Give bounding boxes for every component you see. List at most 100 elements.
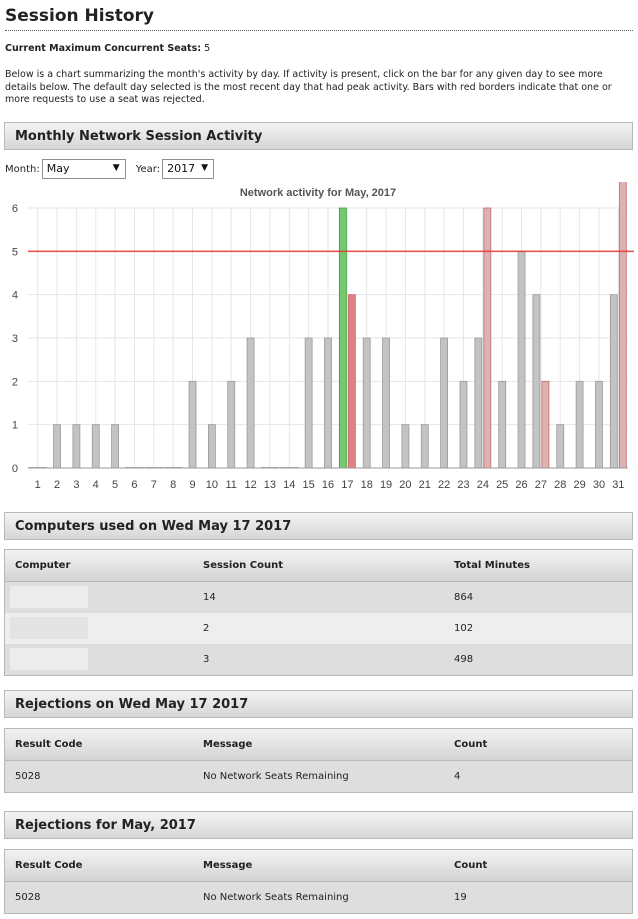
rejections-day-table: Result Code Message Count 5028 No Networ… [4,728,633,793]
bar-sessions-day-24[interactable] [474,337,483,469]
bar-sessions-day-22[interactable] [440,337,449,469]
bar-sessions-day-15[interactable] [304,337,313,469]
bar-sessions-day-5[interactable] [111,424,119,469]
result-code: 5028 [15,892,41,903]
table-row[interactable]: 2 102 [5,613,632,644]
bar-rejections-day-31[interactable] [618,182,627,469]
y-tick-label: 0 [12,463,18,475]
x-tick-label: 9 [189,479,195,491]
bar-sessions-day-29[interactable] [575,380,584,469]
table-header: Result Code Message Count [5,850,632,882]
computer-name-redacted [10,648,88,670]
column-header-computer: Computer [15,560,71,571]
bar-sessions-day-20[interactable] [401,424,410,469]
chevron-down-icon: ▼ [201,163,209,173]
table-row[interactable]: 14 864 [5,582,632,613]
bar-sessions-day-27[interactable] [532,294,541,469]
bar-rejections-day-24[interactable] [483,207,492,469]
bar-sessions-day-25[interactable] [498,380,507,469]
table-header: Computer Session Count Total Minutes [5,550,632,582]
bar-sessions-day-4[interactable] [91,424,100,469]
rejections-month-section-header: Rejections for May, 2017 [4,811,633,839]
session-count: 2 [203,623,210,634]
bar-sessions-day-31[interactable] [609,294,618,469]
x-tick-label: 24 [477,479,489,491]
y-tick-label: 3 [12,333,18,345]
bar-sessions-day-19[interactable] [382,337,390,469]
x-tick-label: 5 [112,479,118,491]
total-minutes: 498 [454,654,474,665]
x-tick-label: 26 [515,479,527,491]
x-tick-label: 14 [283,479,295,491]
bar-sessions-day-28[interactable] [556,424,565,469]
rejections-month-table: Result Code Message Count 5028 No Networ… [4,849,633,914]
bar-sessions-day-10[interactable] [207,424,216,469]
bar-sessions-day-30[interactable] [595,380,603,469]
x-tick-label: 12 [244,479,256,491]
activity-section-header: Monthly Network Session Activity [4,122,633,150]
x-tick-label: 22 [438,479,450,491]
x-tick-label: 25 [496,479,508,491]
chart-controls: Month: May ▼ Year: 2017 ▼ [5,159,215,179]
rejections-day-section-header: Rejections on Wed May 17 2017 [4,690,633,718]
bar-sessions-day-18[interactable] [362,337,371,469]
column-header-message: Message [203,860,253,871]
message: No Network Seats Remaining [203,892,349,903]
session-count: 3 [203,654,210,665]
chevron-down-icon: ▼ [112,163,120,173]
message: No Network Seats Remaining [203,771,349,782]
chart-title: Network activity for May, 2017 [240,187,396,199]
column-header-count: Count [454,739,488,750]
y-tick-label: 6 [12,203,18,215]
month-label: Month: [5,163,40,175]
y-tick-label: 2 [12,376,18,388]
bar-rejections-day-17[interactable] [347,294,356,469]
x-tick-label: 15 [303,479,315,491]
max-seats-label: Current Maximum Concurrent Seats: [5,43,202,54]
column-header-session-count: Session Count [203,560,284,571]
table-header: Result Code Message Count [5,729,632,761]
x-tick-label: 6 [131,479,137,491]
bar-sessions-day-9[interactable] [188,380,197,469]
bar-sessions-day-2[interactable] [53,424,61,469]
bar-sessions-day-11[interactable] [227,380,236,469]
x-tick-label: 20 [399,479,411,491]
table-row: 5028 No Network Seats Remaining 4 [5,761,632,792]
computer-name-redacted [10,586,88,608]
x-tick-label: 23 [457,479,469,491]
computers-table: Computer Session Count Total Minutes 14 … [4,549,633,676]
bar-sessions-day-12[interactable] [246,337,255,469]
computer-name-redacted [10,617,88,639]
result-code: 5028 [15,771,41,782]
x-tick-label: 30 [593,479,605,491]
month-select[interactable]: May ▼ [41,159,126,179]
x-tick-label: 18 [361,479,373,491]
table-row[interactable]: 3 498 [5,644,632,675]
x-tick-label: 10 [206,479,218,491]
bar-sessions-day-3[interactable] [72,424,81,469]
bar-rejections-day-27[interactable] [541,380,550,469]
total-minutes: 864 [454,592,474,603]
x-tick-label: 27 [535,479,547,491]
y-tick-label: 5 [12,246,18,258]
x-tick-label: 3 [73,479,79,491]
bar-sessions-day-23[interactable] [459,380,468,469]
bar-sessions-day-21[interactable] [420,424,429,469]
x-tick-label: 8 [170,479,176,491]
max-seats-line: Current Maximum Concurrent Seats: 5 [5,43,210,54]
x-tick-label: 13 [264,479,276,491]
x-tick-label: 17 [341,479,353,491]
bar-sessions-day-26[interactable] [517,250,526,469]
year-select[interactable]: 2017 ▼ [162,159,215,179]
x-tick-label: 4 [93,479,99,491]
column-header-result-code: Result Code [15,739,83,750]
count: 19 [454,892,467,903]
x-tick-label: 11 [226,479,237,491]
x-tick-label: 31 [612,479,624,491]
x-tick-label: 29 [573,479,585,491]
column-header-count: Count [454,860,488,871]
max-seats-value: 5 [204,43,211,54]
bar-sessions-day-17[interactable] [338,207,347,469]
bar-sessions-day-16[interactable] [324,337,332,469]
year-select-value: 2017 [167,162,196,175]
